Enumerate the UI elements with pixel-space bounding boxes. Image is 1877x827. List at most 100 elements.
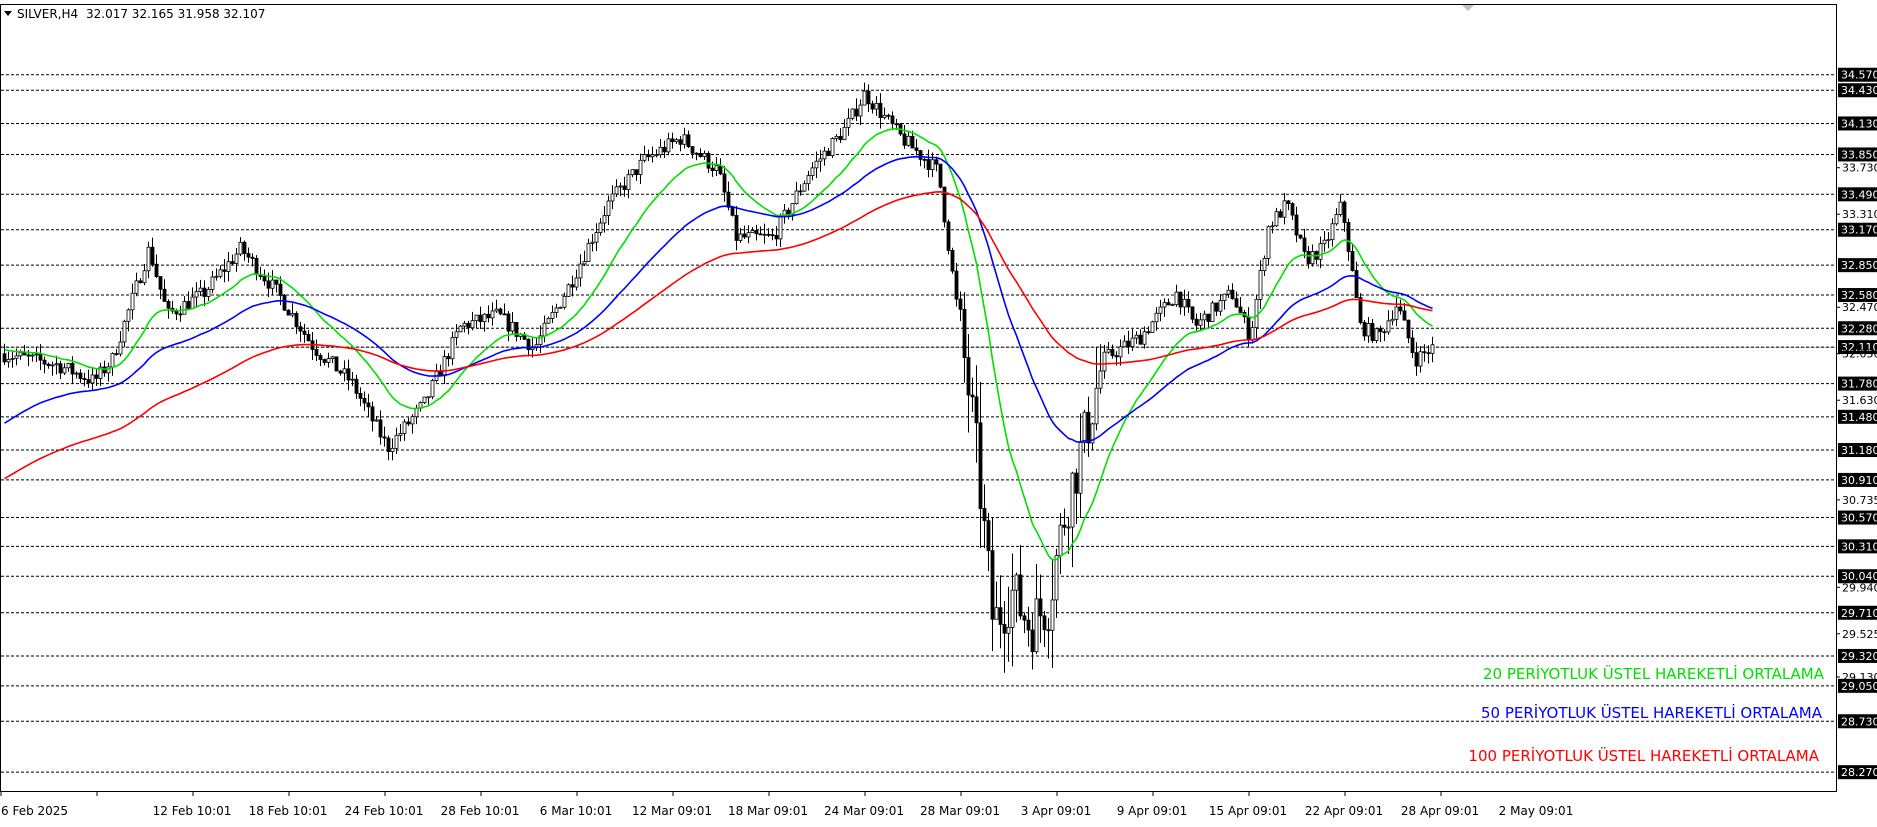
candle-body (890, 115, 895, 125)
price-tick-label: 31.630 (1842, 394, 1877, 407)
candle-body (270, 279, 275, 289)
candle-body (366, 402, 371, 408)
candle (430, 378, 435, 400)
candle-body (266, 280, 271, 289)
candle-body (174, 310, 179, 315)
candle-body (1114, 355, 1119, 358)
candle-body (274, 279, 279, 285)
candle-body (914, 147, 919, 152)
candle-body (210, 276, 215, 290)
chart-window[interactable]: 34.570 34.430 34.130 33.850 33.490 33.170 32.8… (0, 0, 1877, 822)
candle-body (510, 322, 515, 332)
candle-body (674, 139, 679, 143)
price-chart[interactable]: 34.570 34.430 34.130 33.850 33.490 33.170 32.8… (0, 0, 1877, 822)
candle-body (982, 508, 987, 522)
candle-body (102, 366, 107, 374)
candle-body (1226, 289, 1231, 295)
level-price-label: 28.730 (1841, 715, 1877, 728)
candle-body (710, 167, 715, 171)
ohlc-values: 32.017 32.165 31.958 32.107 (86, 7, 265, 21)
candle-body (46, 363, 51, 366)
candle-body (318, 355, 323, 360)
candle-body (1110, 349, 1115, 356)
candle-body (398, 433, 403, 436)
candle-body (870, 103, 875, 110)
candle-body (86, 379, 91, 384)
time-tick-label: 24 Mar 09:01 (824, 804, 904, 818)
candle-body (926, 159, 931, 170)
candle-body (1350, 251, 1355, 271)
time-tick-label: 9 Apr 09:01 (1117, 804, 1188, 818)
candle (938, 163, 943, 189)
candle-body (186, 301, 191, 309)
candle-body (962, 308, 967, 358)
candle-body (1210, 302, 1215, 322)
candle-body (834, 135, 839, 139)
candle-body (1374, 328, 1379, 341)
candle (458, 325, 463, 333)
candle-body (82, 378, 87, 380)
candle (286, 309, 291, 316)
candle-body (1142, 331, 1147, 345)
candle-body (690, 146, 695, 154)
candle-body (762, 233, 767, 236)
candle-body (578, 263, 583, 279)
candle-body (998, 607, 1003, 625)
candle-body (350, 378, 355, 381)
candle-body (1254, 299, 1259, 329)
candle-body (486, 313, 491, 319)
candle-body (1234, 298, 1239, 308)
candle-body (974, 396, 979, 424)
candle-body (826, 150, 831, 156)
time-tick-label: 24 Feb 10:01 (345, 804, 424, 818)
price-tick-label: 30.735 (1842, 494, 1877, 507)
candle-body (602, 215, 607, 224)
symbol-timeframe-label: SILVER,H4 (17, 7, 78, 21)
price-tick-label: 32.050 (1842, 348, 1877, 361)
candle-body (1014, 574, 1019, 591)
candle-body (1250, 327, 1255, 341)
candle-body (1166, 302, 1171, 306)
candle-body (6, 359, 11, 363)
candle-body (722, 173, 727, 193)
candle-body (706, 153, 711, 169)
candle-body (330, 356, 335, 360)
candle-body (206, 288, 211, 297)
price-axis[interactable]: 34.570 34.430 34.130 33.850 33.490 33.170 32.8… (1836, 67, 1877, 780)
candle-body (874, 102, 879, 110)
candle-body (50, 364, 55, 367)
candle-body (930, 159, 935, 170)
candle-body (1394, 306, 1399, 320)
level-price-label: 30.310 (1841, 540, 1877, 553)
candle-body (970, 394, 975, 398)
candle-body (582, 261, 587, 265)
candle (422, 396, 427, 405)
candle-body (1246, 316, 1251, 341)
level-price-label: 33.170 (1841, 224, 1877, 237)
candle-body (246, 253, 251, 258)
candle-body (686, 134, 691, 147)
time-tick-label: 2 May 09:01 (1499, 804, 1574, 818)
candle-body (54, 363, 59, 366)
candle-body (162, 288, 167, 302)
candle-body (986, 520, 991, 552)
candle-body (386, 437, 391, 452)
candle-body (698, 152, 703, 157)
candle-body (1418, 351, 1423, 367)
candle-body (1046, 629, 1051, 632)
candle-body (478, 314, 483, 323)
candle-body (342, 368, 347, 374)
candle-body (446, 356, 451, 360)
candle-body (290, 313, 295, 316)
candle-body (414, 407, 419, 418)
candle-body (1278, 211, 1283, 218)
candle-body (670, 138, 675, 143)
candle-body (58, 363, 63, 374)
candle-body (1170, 304, 1175, 307)
time-tick-label: 28 Feb 10:01 (441, 804, 520, 818)
candle-body (390, 447, 395, 452)
level-price-label: 29.320 (1841, 650, 1877, 663)
time-tick-label: 15 Apr 09:01 (1209, 804, 1287, 818)
candle (282, 293, 287, 312)
candle-body (1262, 257, 1267, 272)
